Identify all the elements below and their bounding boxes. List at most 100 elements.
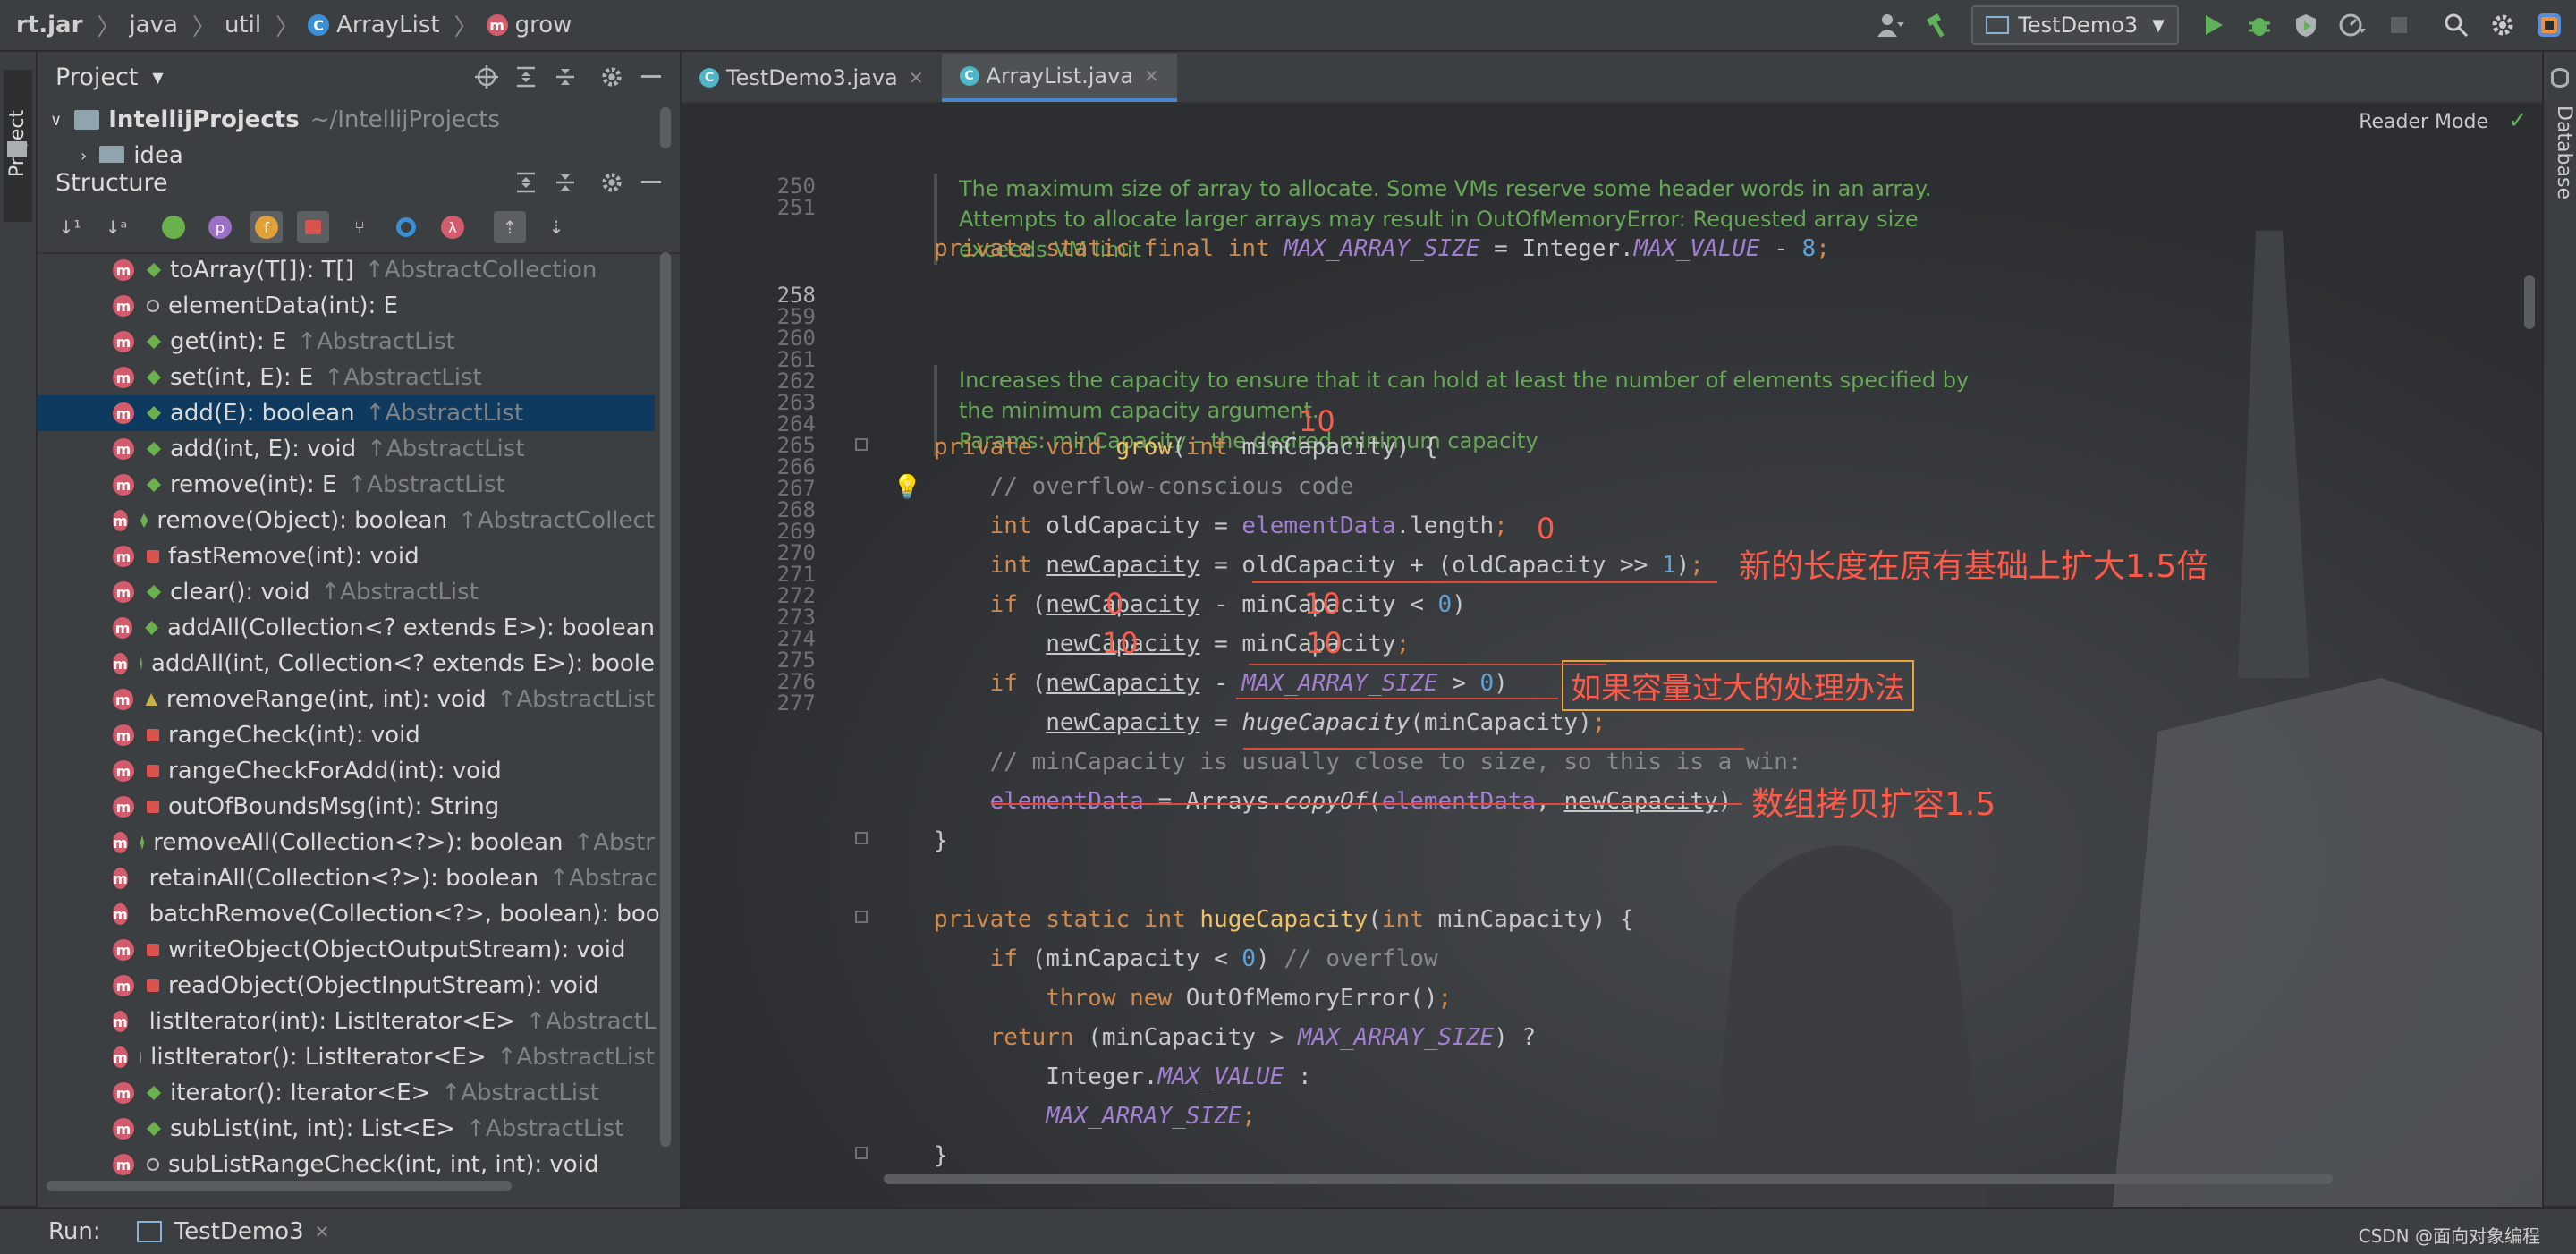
- close-icon[interactable]: ✕: [1144, 65, 1159, 87]
- gear-icon[interactable]: [592, 163, 631, 202]
- database-tool-tab[interactable]: Database: [2553, 106, 2575, 199]
- structure-member[interactable]: m add(E): boolean ↑AbstractList: [38, 395, 655, 431]
- structure-member[interactable]: m writeObject(ObjectOutputStream): void: [38, 932, 655, 968]
- run-tab-testdemo3[interactable]: TestDemo3: [174, 1218, 304, 1245]
- project-pane-title[interactable]: Project: [55, 64, 138, 91]
- run-icon[interactable]: [2195, 7, 2231, 43]
- fold-marker-icon[interactable]: [855, 438, 868, 451]
- breadcrumb-java[interactable]: java: [129, 12, 177, 38]
- breadcrumb-arraylist[interactable]: C ArrayList: [308, 12, 440, 38]
- structure-member[interactable]: m iterator(): Iterator<E> ↑AbstractList: [38, 1075, 655, 1111]
- stop-icon[interactable]: [2381, 7, 2417, 43]
- structure-member[interactable]: m listIterator(): ListIterator<E> ↑Abstrac…: [38, 1039, 655, 1075]
- breadcrumb-util[interactable]: util: [225, 12, 261, 38]
- tab-arraylist[interactable]: C ArrayList.java ✕: [941, 54, 1177, 102]
- structure-member[interactable]: m clear(): void ↑AbstractList: [38, 574, 655, 610]
- sort-visibility-icon[interactable]: ↓¹: [54, 211, 86, 243]
- project-pane-header: Project ▼: [38, 52, 680, 102]
- right-tool-stripe: Database: [2542, 52, 2576, 1206]
- gear-icon[interactable]: [592, 57, 631, 97]
- gear-icon[interactable]: [2485, 7, 2521, 43]
- autoscroll-to-source-icon[interactable]: ⇡: [494, 211, 526, 243]
- structure-member[interactable]: m addAll(int, Collection<? extends E>): b…: [38, 646, 655, 682]
- project-root-node[interactable]: ∨ IntellijProjects ~/IntellijProjects: [38, 102, 680, 138]
- structure-member[interactable]: m listIterator(int): ListIterator<E> ↑Abst…: [38, 1004, 656, 1039]
- member-inherited-from: ↑AbstractList: [496, 1044, 655, 1071]
- build-hammer-icon[interactable]: [1919, 7, 1955, 43]
- structure-member[interactable]: m toArray(T[]): T[] ↑AbstractCollection: [38, 252, 655, 288]
- folder-icon: [7, 141, 27, 157]
- coverage-icon[interactable]: [2288, 7, 2324, 43]
- member-inherited-from: ↑AbstractList: [365, 400, 524, 427]
- show-lambdas-circle-icon[interactable]: [390, 211, 422, 243]
- fold-marker-icon[interactable]: [855, 1147, 868, 1159]
- user-icon[interactable]: [1873, 7, 1909, 43]
- watermark: CSDN @面向对象编程: [2358, 1225, 2540, 1247]
- minimize-icon[interactable]: [631, 163, 671, 202]
- collapse-all-icon[interactable]: [546, 163, 585, 202]
- structure-member[interactable]: m subListRangeCheck(int, int, int): void: [38, 1147, 655, 1182]
- code-line-250: private static final int MAX_ARRAY_SIZE …: [934, 235, 1830, 262]
- expand-all-icon[interactable]: [506, 57, 546, 97]
- structure-member[interactable]: m remove(Object): boolean ↑AbstractCollect: [38, 503, 655, 538]
- fold-marker-icon[interactable]: [855, 911, 868, 923]
- structure-horizontal-scrollbar[interactable]: [47, 1181, 512, 1191]
- structure-member[interactable]: m readObject(ObjectInputStream): void: [38, 968, 655, 1004]
- structure-member[interactable]: m removeRange(int, int): void ↑AbstractLis…: [38, 682, 655, 717]
- chevron-down-icon[interactable]: ∨: [50, 111, 62, 130]
- show-fields-icon[interactable]: f: [250, 211, 283, 243]
- structure-member[interactable]: m addAll(Collection<? extends E>): boolea…: [38, 610, 655, 646]
- breadcrumb-grow[interactable]: m grow: [486, 12, 572, 38]
- profiler-icon[interactable]: [2334, 7, 2370, 43]
- locate-target-icon[interactable]: [467, 57, 506, 97]
- structure-member[interactable]: m removeAll(Collection<?>): boolean ↑Abstr: [38, 825, 655, 860]
- editor-horizontal-scrollbar[interactable]: [884, 1174, 2333, 1184]
- tab-testdemo3[interactable]: C TestDemo3.java ✕: [682, 54, 942, 102]
- structure-member[interactable]: m remove(int): E ↑AbstractList: [38, 467, 655, 503]
- debug-icon[interactable]: [2241, 7, 2277, 43]
- structure-member[interactable]: m fastRemove(int): void: [38, 538, 655, 574]
- structure-member[interactable]: m retainAll(Collection<?>): boolean ↑Abstr…: [38, 860, 657, 896]
- structure-member[interactable]: m batchRemove(Collection<?>, boolean): bo…: [38, 896, 660, 932]
- code-line-260: int oldCapacity = elementData .length;: [934, 513, 1508, 539]
- project-scrollbar[interactable]: [660, 107, 671, 148]
- fold-marker-icon[interactable]: [855, 832, 868, 844]
- structure-member[interactable]: m add(int, E): void ↑AbstractList: [38, 431, 655, 467]
- structure-scrollbar[interactable]: [660, 252, 671, 1147]
- code-editor[interactable]: C TestDemo3.java ✕ C ArrayList.java ✕ Re…: [682, 52, 2542, 1207]
- lightbulb-icon[interactable]: 💡: [893, 474, 921, 501]
- expand-all-icon[interactable]: [506, 163, 546, 202]
- structure-member[interactable]: m elementData(int): E: [38, 288, 655, 324]
- method-icon: m: [113, 975, 134, 996]
- annotation-underline: [1236, 698, 1558, 699]
- structure-member[interactable]: m subList(int, int): List<E> ↑AbstractList: [38, 1111, 655, 1147]
- close-icon[interactable]: ✕: [909, 67, 924, 89]
- show-anonymous-icon[interactable]: ⑂: [343, 211, 376, 243]
- show-inherited-icon[interactable]: [157, 211, 190, 243]
- show-lambdas-icon[interactable]: λ: [436, 211, 469, 243]
- chevron-down-icon[interactable]: ▼: [152, 69, 163, 86]
- code-area[interactable]: The maximum size of array to allocate. S…: [682, 102, 2542, 1207]
- structure-member[interactable]: m set(int, E): E ↑AbstractList: [38, 360, 655, 395]
- editor-scrollbar[interactable]: [2524, 275, 2535, 329]
- run-configuration-select[interactable]: TestDemo3 ▼: [1971, 5, 2179, 45]
- show-non-public-icon[interactable]: [297, 211, 329, 243]
- show-properties-icon[interactable]: p: [204, 211, 236, 243]
- code-line-265: newCapacity = hugeCapacity (minCapacity);: [1046, 709, 1606, 736]
- breadcrumb-rt-jar[interactable]: rt.jar: [16, 12, 82, 38]
- sort-alpha-icon[interactable]: ↓ᵃ: [100, 211, 132, 243]
- autoscroll-from-source-icon[interactable]: ⇣: [540, 211, 572, 243]
- search-icon[interactable]: [2438, 7, 2474, 43]
- method-icon: m: [113, 510, 128, 531]
- minimize-icon[interactable]: [631, 57, 671, 97]
- member-signature: writeObject(ObjectOutputStream): void: [168, 936, 626, 963]
- structure-member[interactable]: m rangeCheckForAdd(int): void: [38, 753, 655, 789]
- collapse-all-icon[interactable]: [546, 57, 585, 97]
- jetbrains-logo-icon[interactable]: [2531, 7, 2567, 43]
- visibility-icon: [147, 1086, 161, 1100]
- structure-member[interactable]: m rangeCheck(int): void: [38, 717, 655, 753]
- method-icon: m: [113, 1154, 134, 1175]
- structure-member[interactable]: m get(int): E ↑AbstractList: [38, 324, 655, 360]
- close-icon[interactable]: ✕: [315, 1221, 330, 1242]
- structure-member[interactable]: m outOfBoundsMsg(int): String: [38, 789, 655, 825]
